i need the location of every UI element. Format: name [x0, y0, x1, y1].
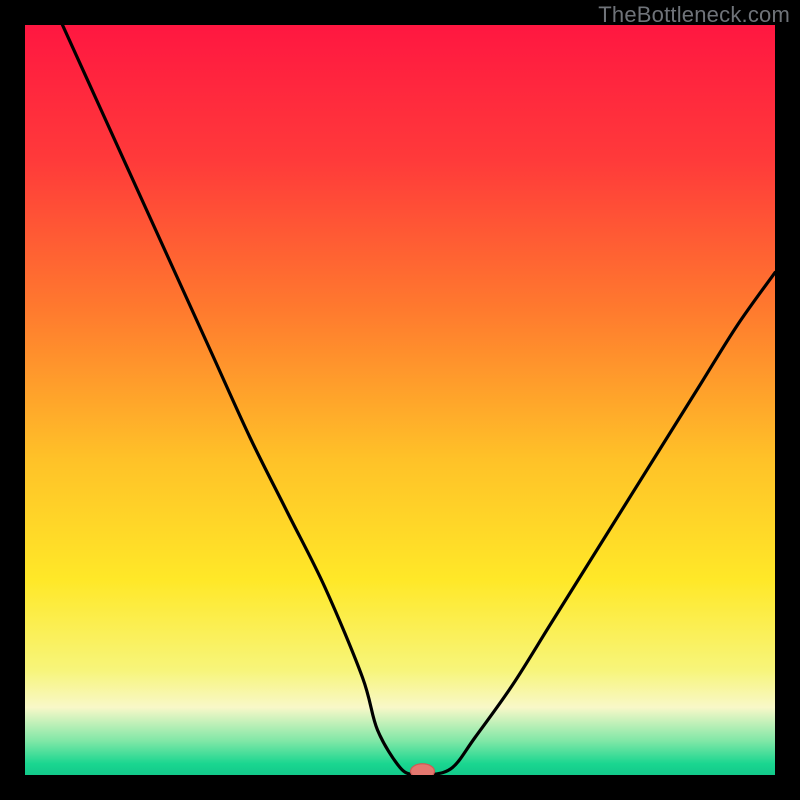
chart-plot: [25, 25, 775, 775]
watermark-text: TheBottleneck.com: [598, 2, 790, 28]
chart-frame: TheBottleneck.com: [0, 0, 800, 800]
chart-background: [25, 25, 775, 775]
minimum-marker: [411, 764, 435, 775]
